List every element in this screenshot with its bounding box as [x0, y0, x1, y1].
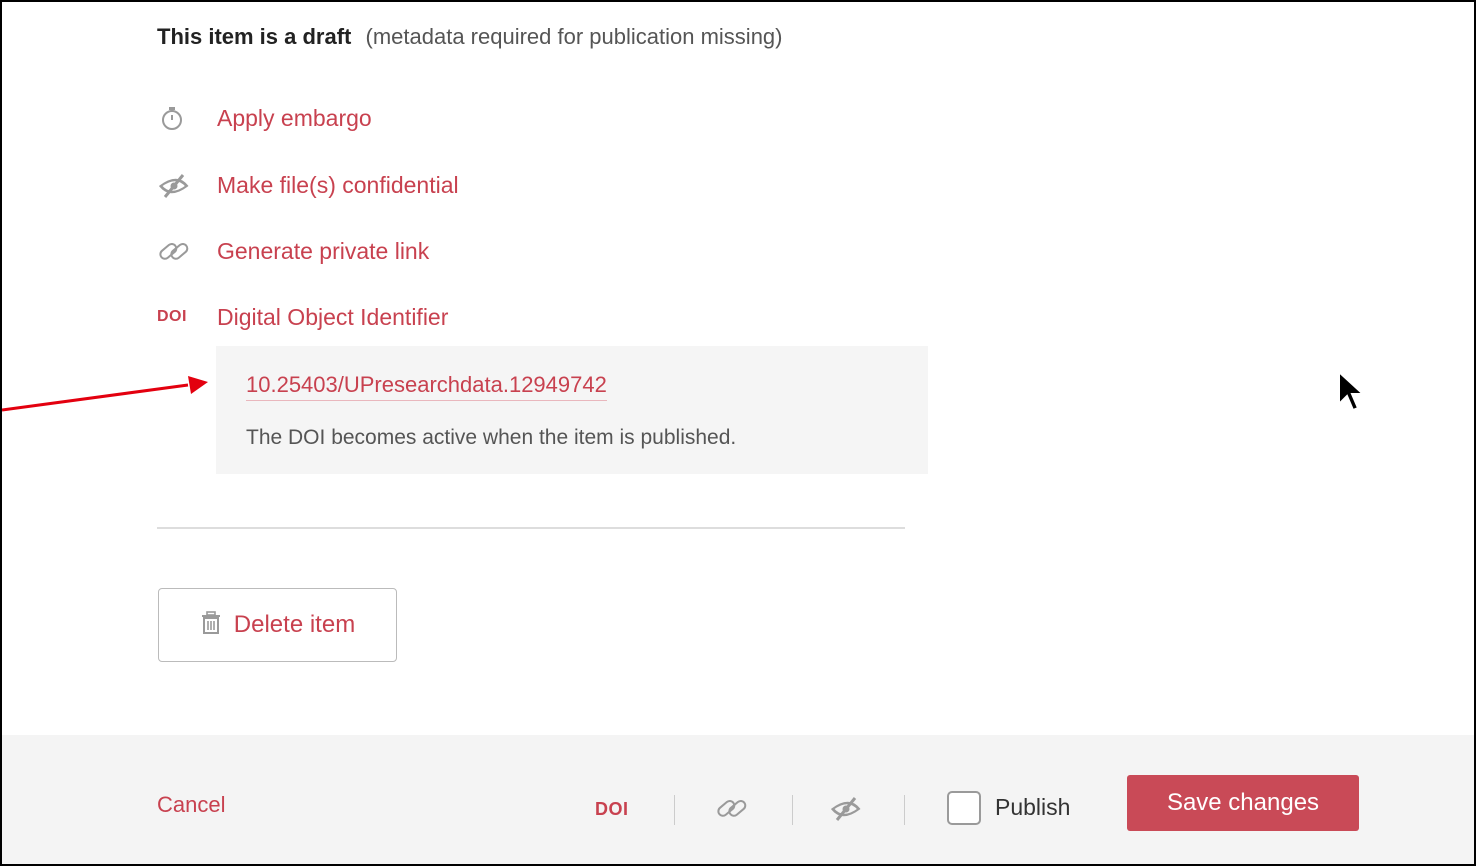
delete-item-button[interactable]: Delete item [158, 588, 397, 662]
divider [157, 527, 905, 529]
footer-separator [904, 795, 905, 825]
apply-embargo-label: Apply embargo [217, 104, 372, 131]
doi-panel: 10.25403/UPresearchdata.12949742 The DOI… [216, 346, 928, 474]
make-confidential-label: Make file(s) confidential [217, 171, 459, 198]
trash-icon [200, 610, 222, 640]
doi-icon-text: DOI [157, 308, 187, 325]
footer-separator [792, 795, 793, 825]
footer-link-icon[interactable] [714, 793, 750, 823]
publish-label: Publish [995, 794, 1071, 820]
generate-private-link-label: Generate private link [217, 237, 430, 264]
eye-slash-icon [157, 170, 199, 200]
draft-status: This item is a draft (metadata required … [157, 24, 783, 50]
save-changes-button[interactable]: Save changes [1127, 775, 1359, 831]
footer-separator [674, 795, 675, 825]
generate-private-link-action[interactable]: Generate private link [157, 234, 429, 268]
doi-note: The DOI becomes active when the item is … [246, 426, 737, 449]
doi-icon: DOI [157, 302, 199, 332]
annotation-arrow [2, 376, 208, 412]
cancel-link[interactable]: Cancel [157, 792, 225, 818]
link-icon [157, 236, 199, 266]
item-edit-panel: This item is a draft (metadata required … [0, 0, 1476, 866]
mouse-cursor-icon [1338, 370, 1366, 412]
make-confidential-action[interactable]: Make file(s) confidential [157, 168, 459, 202]
doi-link[interactable]: 10.25403/UPresearchdata.12949742 [246, 372, 607, 401]
draft-status-title: This item is a draft [157, 24, 352, 49]
footer-doi-button[interactable]: DOI [595, 799, 629, 820]
doi-action[interactable]: DOI Digital Object Identifier [157, 300, 448, 334]
delete-item-label: Delete item [233, 611, 356, 638]
footer-eye-slash-icon[interactable] [828, 793, 864, 823]
stopwatch-icon [157, 103, 199, 133]
draft-status-note: (metadata required for publication missi… [365, 24, 783, 49]
footer-bar: Cancel DOI Publish Save changes [2, 735, 1474, 864]
doi-action-label: Digital Object Identifier [217, 303, 449, 330]
publish-checkbox[interactable] [947, 791, 981, 825]
apply-embargo-action[interactable]: Apply embargo [157, 101, 372, 135]
